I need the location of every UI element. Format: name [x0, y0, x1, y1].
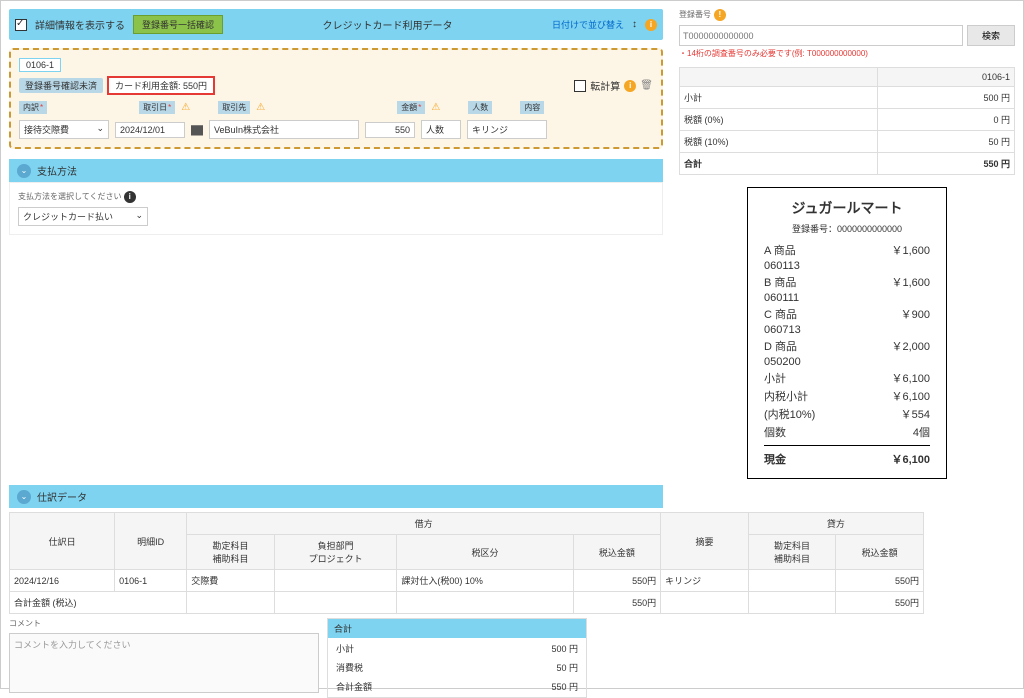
info-icon[interactable]: !: [714, 9, 726, 21]
payment-header: ⌄ 支払方法: [9, 159, 663, 182]
amount-input[interactable]: 550: [365, 122, 415, 138]
calendar-icon[interactable]: [191, 124, 203, 136]
comment-textarea[interactable]: コメントを入力してください: [9, 633, 319, 693]
payment-body: 支払方法を選択してください i クレジットカード払い⌄: [9, 182, 663, 235]
search-button[interactable]: 検索: [967, 25, 1015, 46]
topbar: 詳細情報を表示する 登録番号一括確認 クレジットカード利用データ 日付けで並び替…: [9, 9, 663, 40]
people-label: 人数: [468, 101, 492, 114]
people-input[interactable]: 人数: [421, 120, 461, 139]
collapse-icon[interactable]: ⌄: [17, 490, 31, 504]
warn-icon: ⚠: [181, 102, 190, 113]
info-icon[interactable]: i: [645, 19, 657, 31]
detail-card: 0106-1 登録番号確認未済 カード利用金額: 550円 転計算 i 🗑 内訳…: [9, 48, 663, 149]
registration-input[interactable]: [679, 25, 963, 46]
date-label: 取引日*: [139, 101, 175, 114]
note-label: 内容: [520, 101, 544, 114]
amount-label: 金額*: [397, 101, 425, 114]
detail-checkbox[interactable]: [15, 19, 27, 31]
partner-label: 取引先: [218, 101, 250, 114]
category-select[interactable]: 接待交際費 ⌄: [19, 120, 109, 139]
receipt: ジュガールマート 登録番号：0000000000000 A 商品￥1,60006…: [747, 187, 947, 479]
sort-icon[interactable]: ↕: [632, 19, 637, 30]
date-input[interactable]: 2024/12/01: [115, 122, 185, 138]
journal-header: ⌄ 仕訳データ: [9, 485, 663, 508]
summary-table: 0106-1 小計500 円 税額 (0%)0 円 税額 (10%)50 円 合…: [679, 67, 1015, 175]
transfer-checkbox[interactable]: [574, 80, 586, 92]
registration-error: ・14桁の調査番号のみ必要です(例: T000000000000): [679, 48, 1015, 59]
sort-link[interactable]: 日付けで並び替え: [552, 18, 624, 31]
collapse-icon[interactable]: ⌄: [17, 164, 31, 178]
registration-section: 登録番号 ! 検索 ・14桁の調査番号のみ必要です(例: T0000000000…: [679, 9, 1015, 59]
data-type-label: クレジットカード利用データ: [323, 17, 453, 32]
transfer-label: 転計算: [590, 78, 620, 93]
category-label: 内訳*: [19, 101, 47, 114]
note-input[interactable]: キリンジ: [467, 120, 547, 139]
warn-icon: ⚠: [431, 102, 440, 113]
status-badge: 登録番号確認未済: [19, 78, 103, 93]
partner-input[interactable]: VeBuIn株式会社: [209, 120, 359, 139]
trash-icon[interactable]: 🗑: [640, 80, 653, 91]
card-amount-badge: カード利用金額: 550円: [107, 76, 215, 95]
bulk-confirm-button[interactable]: 登録番号一括確認: [133, 15, 223, 34]
totals-box: 合計 小計500 円 消費税50 円 合計金額550 円: [327, 618, 587, 698]
warn-icon: ⚠: [256, 102, 265, 113]
comment-label: コメント: [9, 618, 319, 629]
info-icon-2[interactable]: i: [624, 80, 636, 92]
payment-select[interactable]: クレジットカード払い⌄: [18, 207, 148, 226]
detail-checkbox-label: 詳細情報を表示する: [35, 17, 125, 32]
detail-id: 0106-1: [19, 58, 61, 72]
payment-prompt: 支払方法を選択してください i: [18, 191, 654, 203]
